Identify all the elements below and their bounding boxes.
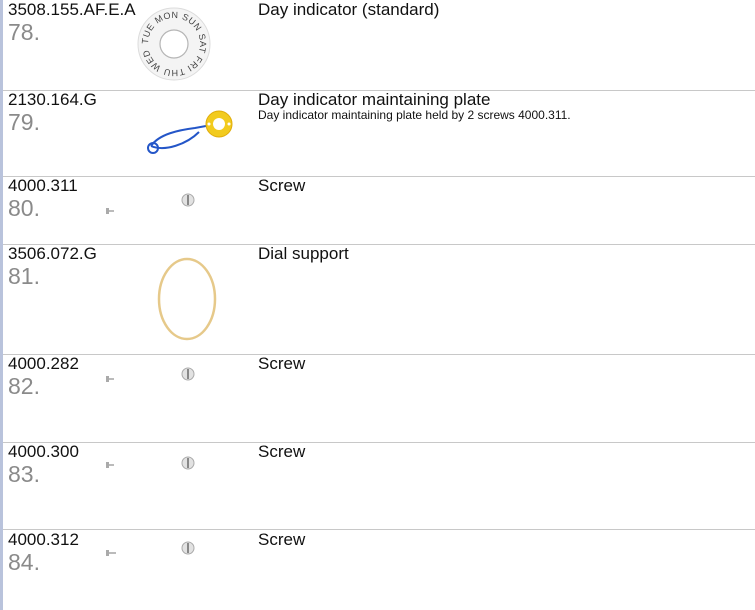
- part-reference: 3506.072.G: [8, 244, 97, 263]
- part-title: Day indicator (standard): [258, 0, 440, 19]
- part-reference: 4000.311: [8, 176, 78, 195]
- part-row-82: 4000.282 82. Screw: [3, 354, 755, 443]
- part-title: Screw: [258, 530, 306, 549]
- screw-side-icon: [106, 208, 114, 214]
- part-title: Screw: [258, 354, 306, 373]
- part-reference: 4000.282: [8, 354, 79, 373]
- part-reference: 4000.312: [8, 530, 79, 549]
- maintaining-plate-icon: [147, 110, 233, 154]
- dial-support-ring-icon: [157, 257, 217, 341]
- part-reference: 2130.164.G: [8, 90, 97, 109]
- part-row-80: 4000.311 80. Screw: [3, 176, 755, 245]
- part-title: Dial support: [258, 244, 349, 263]
- screw-head-icon: [181, 456, 195, 470]
- part-row-79: 2130.164.G 79. Day indicator maintaining…: [3, 90, 755, 177]
- part-title: Day indicator maintaining plate: [258, 90, 491, 109]
- screw-side-icon: [106, 550, 116, 556]
- screw-head-icon: [181, 541, 195, 555]
- part-row-84: 4000.312 84. Screw: [3, 530, 755, 610]
- part-row-83: 4000.300 83. Screw: [3, 442, 755, 530]
- part-number: 81.: [8, 263, 40, 289]
- part-row-78: 3508.155.AF.E.A 78. TUE MON SUN SAT FRI …: [3, 0, 755, 91]
- screw-side-icon: [106, 376, 114, 382]
- part-number: 78.: [8, 19, 40, 45]
- part-row-81: 3506.072.G 81. Dial support: [3, 244, 755, 355]
- day-indicator-disc-icon: TUE MON SUN SAT FRI THU WED: [137, 7, 211, 81]
- screw-head-icon: [181, 367, 195, 381]
- screw-head-icon: [181, 193, 195, 207]
- part-title: Screw: [258, 176, 306, 195]
- part-number: 79.: [8, 109, 40, 135]
- part-reference: 4000.300: [8, 442, 79, 461]
- part-title: Screw: [258, 442, 306, 461]
- part-reference: 3508.155.AF.E.A: [8, 0, 136, 19]
- part-number: 80.: [8, 195, 40, 221]
- part-number: 82.: [8, 373, 40, 399]
- screw-side-icon: [106, 462, 114, 468]
- part-number: 84.: [8, 549, 40, 575]
- part-number: 83.: [8, 461, 40, 487]
- part-description: Day indicator maintaining plate held by …: [258, 108, 571, 122]
